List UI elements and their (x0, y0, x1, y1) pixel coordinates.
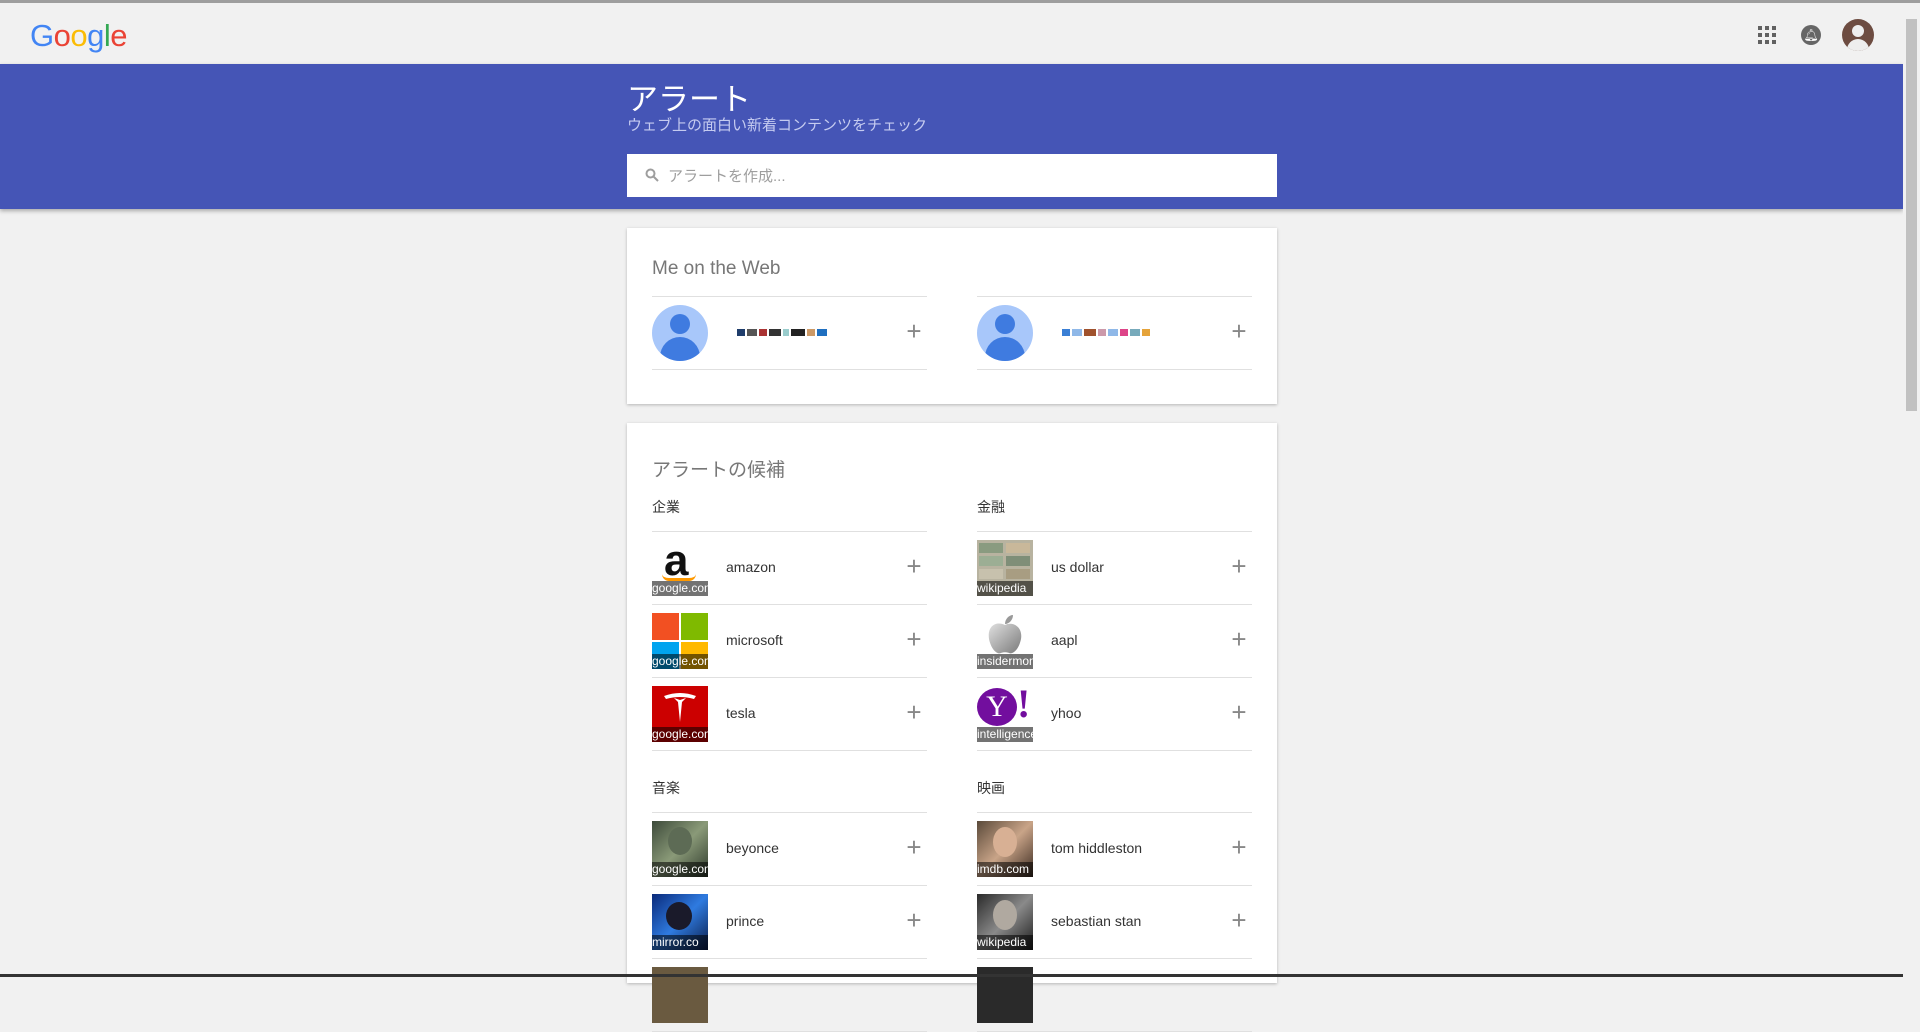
source-caption: google.com (652, 654, 708, 669)
amazon-logo-thumbnail: a google.com (652, 540, 708, 596)
source-caption: imdb.com (977, 862, 1033, 877)
source-caption: insidermonkey (977, 654, 1033, 669)
suggestion-label: amazon (726, 559, 776, 575)
top-bar: Google 🔔︎ (0, 3, 1903, 64)
logo-letter: o (70, 18, 88, 53)
suggestion-label: microsoft (726, 632, 783, 648)
page-title: アラート (627, 82, 751, 117)
suggestion-row[interactable]: mirror.co prince + (652, 885, 927, 958)
redacted-name (737, 326, 827, 338)
logo-letter: o (53, 18, 71, 53)
suggestion-row-partial[interactable] (652, 958, 927, 1032)
tesla-t-icon (664, 693, 696, 722)
add-alert-button[interactable]: + (1226, 626, 1252, 653)
me-on-the-web-card: Me on the Web + + (627, 228, 1277, 404)
create-alert-search-box (627, 154, 1277, 199)
logo-letter: G (30, 18, 54, 53)
suggestions-title: アラートの候補 (652, 460, 786, 481)
source-caption: wikipedia (977, 935, 1033, 950)
add-alert-button[interactable]: + (1226, 834, 1252, 861)
add-alert-button[interactable]: + (901, 834, 927, 861)
suggestion-row[interactable]: google.com beyonce + (652, 812, 927, 885)
tom-hiddleston-photo-thumbnail: imdb.com (977, 821, 1033, 877)
alert-suggestions-card: アラートの候補 企業 a google.com amazon + google.… (627, 423, 1277, 1032)
suggestion-row-partial[interactable] (977, 958, 1252, 1032)
source-caption: mirror.co (652, 935, 708, 950)
google-logo[interactable]: Google (30, 18, 128, 54)
suggestion-label: us dollar (1051, 559, 1104, 575)
us-dollar-thumbnail: wikipedia (977, 540, 1033, 596)
add-alert-button[interactable]: + (901, 699, 927, 726)
vertical-scrollbar[interactable] (1903, 3, 1920, 977)
suggestion-label: tesla (726, 705, 756, 721)
microsoft-logo-thumbnail: google.com (652, 613, 708, 669)
category-label-movies: 映画 (977, 780, 1005, 796)
add-alert-button[interactable]: + (901, 318, 927, 345)
suggestion-row[interactable]: insidermonkey aapl + (977, 604, 1252, 677)
source-caption: google.com (652, 862, 708, 877)
suggestion-label: sebastian stan (1051, 913, 1142, 929)
suggestion-row[interactable]: a google.com amazon + (652, 531, 927, 604)
suggestion-label: beyonce (726, 840, 779, 856)
person-avatar (977, 305, 1033, 361)
me-on-web-item: + (652, 296, 927, 370)
category-label-companies: 企業 (652, 499, 680, 515)
suggestion-label: aapl (1051, 632, 1078, 648)
prince-photo-thumbnail: mirror.co (652, 894, 708, 950)
suggestion-row[interactable]: google.com tesla + (652, 677, 927, 751)
redacted-name (1062, 326, 1150, 338)
add-alert-button[interactable]: + (1226, 699, 1252, 726)
bell-icon[interactable]: 🔔︎ (1801, 25, 1821, 45)
apple-logo-thumbnail: insidermonkey (977, 613, 1033, 669)
add-alert-button[interactable]: + (1226, 318, 1252, 345)
suggestion-row[interactable]: google.com microsoft + (652, 604, 927, 677)
tesla-logo-thumbnail: google.com (652, 686, 708, 742)
suggestion-label: tom hiddleston (1051, 840, 1143, 856)
scrollbar-thumb[interactable] (1906, 19, 1917, 411)
suggestion-row[interactable]: Y ! intelligence yhoo + (977, 677, 1252, 751)
suggestion-row[interactable]: wikipedia us dollar + (977, 531, 1252, 604)
person-avatar (652, 305, 708, 361)
yahoo-logo-thumbnail: Y ! intelligence (977, 686, 1033, 742)
add-alert-button[interactable]: + (901, 907, 927, 934)
source-caption: google.com (652, 581, 708, 596)
page-subtitle: ウェブ上の面白い新着コンテンツをチェック (627, 117, 928, 134)
add-alert-button[interactable]: + (901, 626, 927, 653)
add-alert-button[interactable]: + (1226, 907, 1252, 934)
source-caption: intelligence (977, 727, 1033, 742)
suggestion-row[interactable]: wikipedia sebastian stan + (977, 885, 1252, 958)
add-alert-button[interactable]: + (1226, 553, 1252, 580)
alerts-header-banner: アラート ウェブ上の面白い新着コンテンツをチェック (0, 64, 1903, 209)
logo-letter: e (110, 18, 128, 53)
search-icon (645, 168, 659, 182)
me-on-web-item: + (977, 296, 1252, 370)
sebastian-stan-photo-thumbnail: wikipedia (977, 894, 1033, 950)
source-caption: google.com (652, 727, 708, 742)
apple-icon (988, 615, 1022, 654)
logo-letter: g (87, 18, 104, 53)
beyonce-photo-thumbnail: google.com (652, 821, 708, 877)
source-caption: wikipedia (977, 581, 1033, 596)
suggestion-label: yhoo (1051, 705, 1082, 721)
create-alert-input[interactable] (666, 154, 1270, 199)
apps-grid-icon[interactable] (1758, 26, 1776, 44)
account-avatar[interactable] (1842, 19, 1874, 51)
add-alert-button[interactable]: + (901, 553, 927, 580)
category-label-music: 音楽 (652, 780, 680, 796)
category-label-finance: 金融 (977, 499, 1005, 515)
suggestion-row[interactable]: imdb.com tom hiddleston + (977, 812, 1252, 885)
suggestion-label: prince (726, 913, 765, 929)
me-on-web-title: Me on the Web (652, 258, 781, 279)
